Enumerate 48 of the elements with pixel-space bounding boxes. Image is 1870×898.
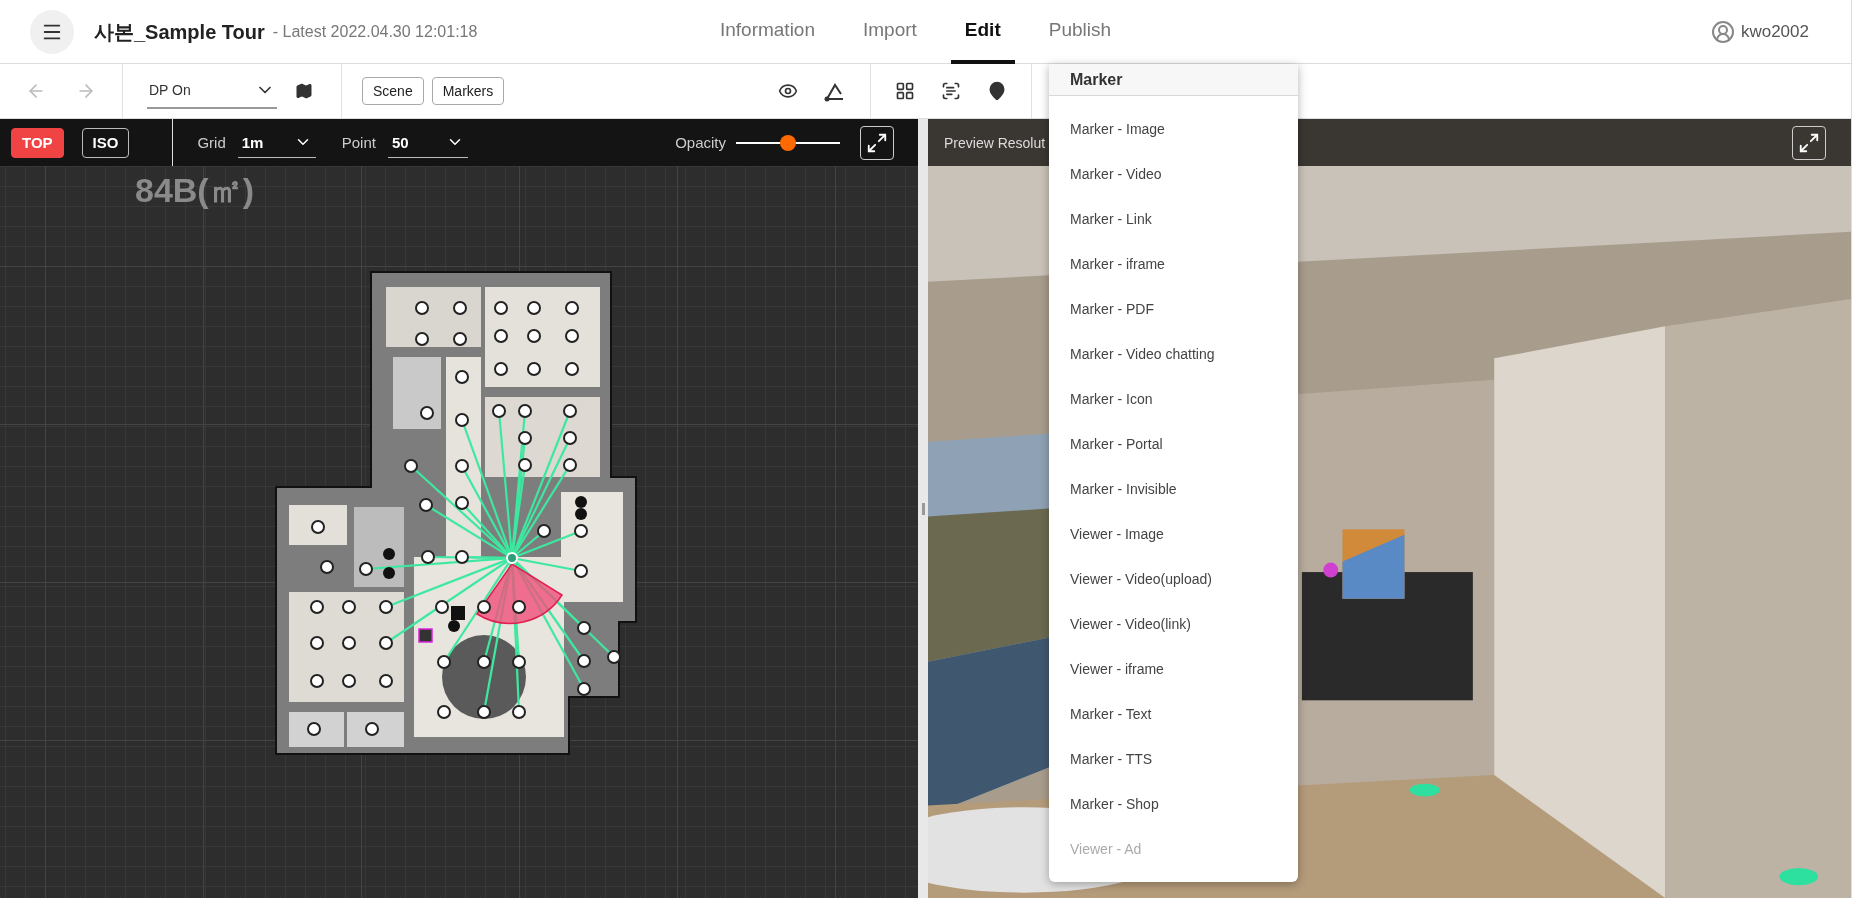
dropdown-item[interactable]: Viewer - Image <box>1049 511 1298 556</box>
user-name[interactable]: kwo2002 <box>1740 22 1809 42</box>
dropdown-item[interactable]: Viewer - Video(upload) <box>1049 556 1298 601</box>
view-mode-button[interactable]: TOP <box>11 127 64 158</box>
dropdown-item[interactable]: Marker - Icon <box>1049 376 1298 421</box>
dropdown-item[interactable]: Marker - iframe <box>1049 241 1298 286</box>
menu-button[interactable] <box>30 10 74 54</box>
fullscreen-button[interactable] <box>860 125 894 160</box>
toolbar-button[interactable]: Markers <box>431 77 505 105</box>
dropdown-item[interactable]: Marker - Image <box>1049 106 1298 151</box>
dropdown-item[interactable]: Viewer - Video(link) <box>1049 601 1298 646</box>
splitter-handle[interactable] <box>921 502 925 515</box>
nav-tab[interactable]: Publish <box>1034 0 1126 64</box>
floor-label: 84B(㎡) <box>135 170 255 210</box>
dropdown-item[interactable]: Marker - TTS <box>1049 736 1298 781</box>
point-label: Point <box>341 134 376 151</box>
nav-tab[interactable]: Edit <box>950 0 1015 64</box>
preview-resolution-label: Preview Resolut <box>944 134 1046 151</box>
slider-thumb[interactable] <box>780 134 796 151</box>
expand-icon <box>1798 131 1820 154</box>
grid-label: Grid <box>197 134 226 151</box>
last-saved-text: - Latest 2022.04.30 12:01:18 <box>272 23 478 41</box>
tour-title: 사본_Sample Tour <box>94 19 265 45</box>
user-avatar-icon <box>1710 20 1735 44</box>
toolbar-button[interactable]: Scene <box>362 77 424 105</box>
dropdown-item[interactable]: Marker - Text <box>1049 691 1298 736</box>
point-select[interactable]: 50 <box>387 127 468 158</box>
dropdown-item[interactable]: Marker - Portal <box>1049 421 1298 466</box>
dp-select[interactable]: DP On <box>147 73 277 109</box>
nav-tab[interactable]: Import <box>849 0 931 64</box>
fullscreen-button[interactable] <box>1792 125 1826 160</box>
text-frame-icon <box>941 81 962 101</box>
dropdown-item[interactable]: Viewer - iframe <box>1049 646 1298 691</box>
eye-icon <box>778 81 799 101</box>
dropdown-item[interactable]: Marker - Link <box>1049 196 1298 241</box>
dropdown-item[interactable]: Marker - PDF <box>1049 286 1298 331</box>
dropdown-item[interactable]: Marker - Invisible <box>1049 466 1298 511</box>
view-mode-button[interactable]: ISO <box>81 127 130 158</box>
dropdown-item[interactable]: Marker - Video <box>1049 151 1298 196</box>
dropdown-item[interactable]: Marker - Shop <box>1049 781 1298 826</box>
nav-tab[interactable]: Information <box>705 0 829 64</box>
expand-icon <box>866 131 888 154</box>
grid-icon <box>895 81 916 101</box>
grid-select[interactable]: 1m <box>237 127 316 158</box>
dropdown-item[interactable]: Marker - Video chatting <box>1049 331 1298 376</box>
dropdown-title: Marker <box>1070 70 1123 89</box>
opacity-label: Opacity <box>675 134 726 151</box>
map-icon <box>295 82 313 100</box>
